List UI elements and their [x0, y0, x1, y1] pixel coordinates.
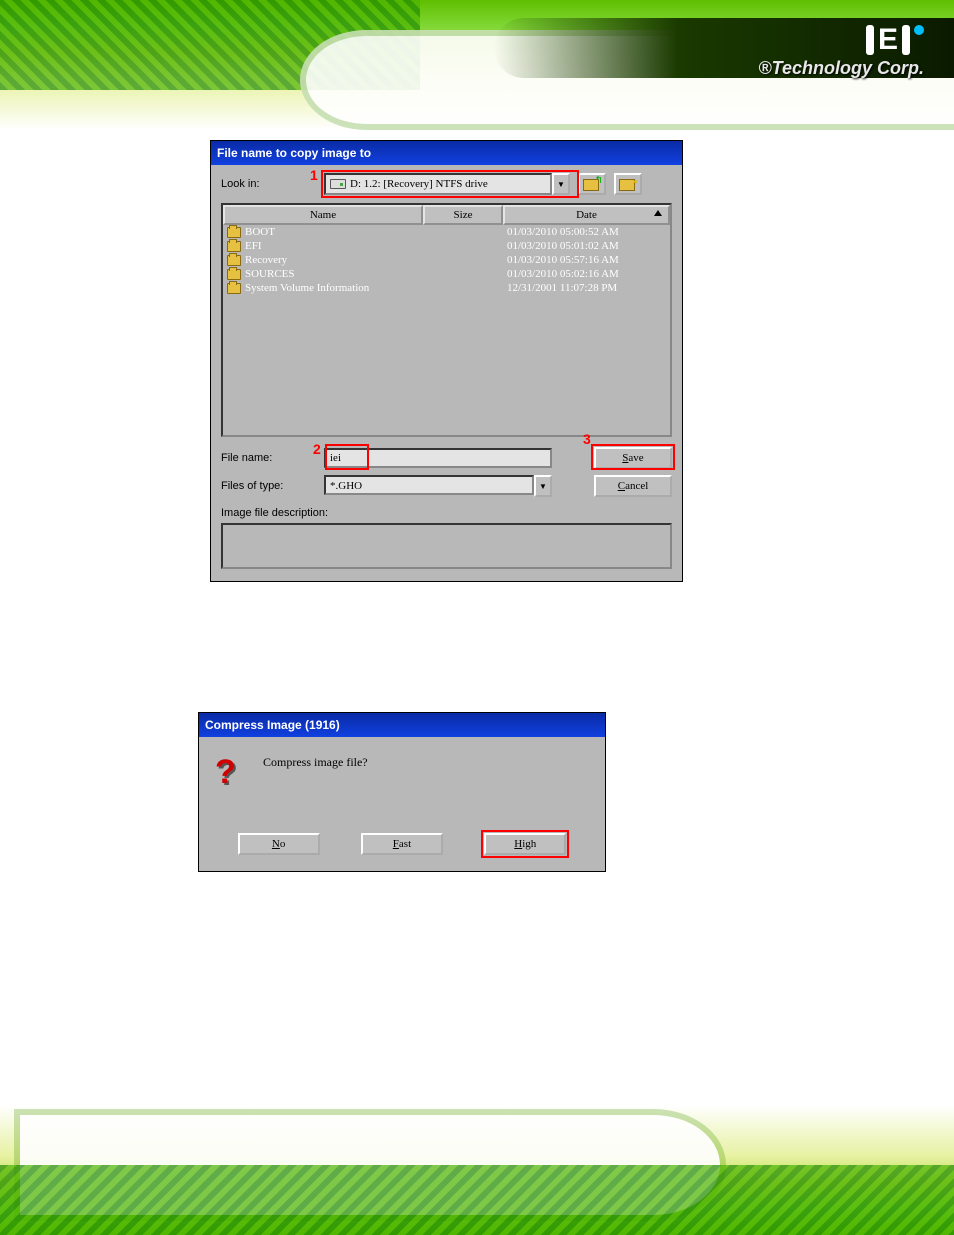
folder-up-icon: ↰ — [581, 177, 603, 191]
company-name: ®Technology Corp. — [758, 58, 924, 79]
col-header-size[interactable]: Size — [423, 205, 503, 225]
folder-icon — [227, 283, 241, 294]
logo-dot-icon — [914, 25, 924, 35]
dialog2-message-row: ? Compress image file? — [211, 755, 593, 791]
dialog1-title: File name to copy image to — [217, 146, 371, 160]
col-header-date[interactable]: Date — [503, 205, 670, 225]
filter-label: Files of type: — [221, 480, 316, 492]
lookin-dropdown[interactable]: D: 1.2: [Recovery] NTFS drive — [324, 173, 552, 195]
callout-marker-1: 1 — [310, 167, 318, 183]
row-size — [427, 254, 507, 266]
compress-image-dialog: Compress Image (1916) ? Compress image f… — [198, 712, 606, 872]
filename-label: File name: — [221, 452, 316, 464]
callout-marker-2: 2 — [313, 441, 321, 457]
company-logo: E — [866, 25, 924, 55]
list-item[interactable]: EFI 01/03/2010 05:01:02 AM — [223, 239, 670, 253]
row-size — [427, 268, 507, 280]
lookin-label: Look in: — [221, 178, 316, 190]
row-name: BOOT — [245, 226, 275, 238]
row-date: 01/03/2010 05:57:16 AM — [507, 254, 666, 266]
save-button[interactable]: Save — [594, 447, 672, 469]
cancel-button[interactable]: Cancel — [594, 475, 672, 497]
cancel-button-rest: ancel — [625, 480, 648, 492]
filename-input[interactable] — [324, 448, 552, 468]
filetype-dropdown[interactable]: *.GHO — [324, 475, 534, 495]
dialog2-body: ? Compress image file? No Fast High — [199, 737, 605, 871]
row-size — [427, 226, 507, 238]
company-name-text: Technology Corp. — [772, 58, 924, 78]
col-header-date-text: Date — [576, 209, 597, 221]
fast-button[interactable]: Fast — [361, 833, 443, 855]
dialog2-title: Compress Image (1916) — [205, 718, 340, 732]
lookin-value: D: 1.2: [Recovery] NTFS drive — [350, 178, 488, 190]
col-header-name[interactable]: Name — [223, 205, 423, 225]
row-name: System Volume Information — [245, 282, 369, 294]
logo-bar-icon — [866, 25, 874, 55]
row-name: EFI — [245, 240, 262, 252]
new-folder-button[interactable]: ✶ — [614, 173, 642, 195]
row-size — [427, 282, 507, 294]
description-section: Image file description: — [221, 507, 672, 569]
dialog1-titlebar[interactable]: File name to copy image to — [211, 141, 682, 165]
row-date: 01/03/2010 05:01:02 AM — [507, 240, 666, 252]
dialog2-titlebar[interactable]: Compress Image (1916) — [199, 713, 605, 737]
folder-new-icon: ✶ — [617, 177, 639, 191]
lookin-row: Look in: 1 D: 1.2: [Recovery] NTFS drive… — [221, 173, 672, 195]
logo-bar-icon — [902, 25, 910, 55]
sort-arrow-icon — [654, 210, 662, 216]
folder-icon — [227, 241, 241, 252]
file-list: Name Size Date BOOT 01/03/2010 05:00:52 … — [221, 203, 672, 437]
filter-row: Files of type: *.GHO ▼ Cancel — [221, 475, 672, 497]
filetype-value: *.GHO — [330, 480, 362, 492]
filename-row: File name: 2 3 Save — [221, 447, 672, 469]
row-date: 01/03/2010 05:02:16 AM — [507, 268, 666, 280]
file-list-rows[interactable]: BOOT 01/03/2010 05:00:52 AM EFI 01/03/20… — [223, 225, 670, 435]
callout-rect-high: High — [481, 830, 569, 858]
description-textarea[interactable] — [221, 523, 672, 569]
callout-marker-3: 3 — [583, 431, 591, 447]
dialog2-message: Compress image file? — [263, 755, 368, 770]
question-mark-icon: ? — [211, 755, 247, 791]
drive-icon — [330, 179, 346, 189]
folder-icon — [227, 255, 241, 266]
list-item[interactable]: SOURCES 01/03/2010 05:02:16 AM — [223, 267, 670, 281]
row-date: 01/03/2010 05:00:52 AM — [507, 226, 666, 238]
lookin-wrap: 1 D: 1.2: [Recovery] NTFS drive ▼ — [324, 173, 570, 195]
list-item[interactable]: Recovery 01/03/2010 05:57:16 AM — [223, 253, 670, 267]
description-label: Image file description: — [221, 507, 328, 519]
list-item[interactable]: System Volume Information 12/31/2001 11:… — [223, 281, 670, 295]
row-name: SOURCES — [245, 268, 295, 280]
high-button[interactable]: High — [484, 833, 566, 855]
save-button-rest: ave — [628, 452, 643, 464]
row-name: Recovery — [245, 254, 287, 266]
logo-e-letter: E — [878, 25, 898, 55]
registered-symbol: ® — [758, 58, 771, 78]
row-date: 12/31/2001 11:07:28 PM — [507, 282, 666, 294]
header-decor: E ®Technology Corp. — [0, 0, 954, 130]
folder-icon — [227, 227, 241, 238]
dropdown-arrow-icon[interactable]: ▼ — [552, 173, 570, 195]
footer-decor — [0, 1105, 954, 1235]
dialog1-body: Look in: 1 D: 1.2: [Recovery] NTFS drive… — [211, 165, 682, 581]
dialog2-buttons: No Fast High — [211, 833, 593, 855]
list-item[interactable]: BOOT 01/03/2010 05:00:52 AM — [223, 225, 670, 239]
dropdown-arrow-icon[interactable]: ▼ — [534, 475, 552, 497]
folder-icon — [227, 269, 241, 280]
up-one-level-button[interactable]: ↰ — [578, 173, 606, 195]
file-list-header: Name Size Date — [223, 205, 670, 225]
file-name-dialog: File name to copy image to Look in: 1 D:… — [210, 140, 683, 582]
footer-circuit-pattern — [0, 1165, 954, 1235]
no-button[interactable]: No — [238, 833, 320, 855]
row-size — [427, 240, 507, 252]
